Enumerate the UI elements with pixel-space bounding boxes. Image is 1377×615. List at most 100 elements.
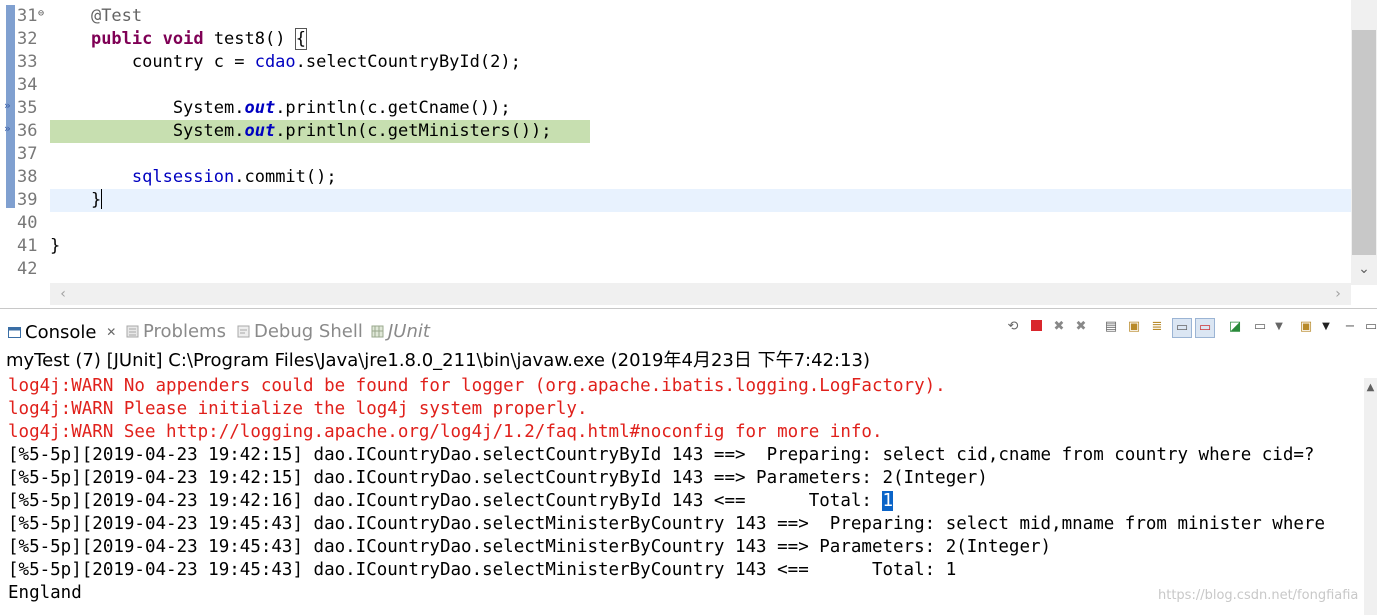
console-line-text: log4j:WARN No appenders could be found f… [8, 376, 946, 396]
code-text: country c = cdao.selectCountryById(2); [50, 51, 521, 74]
console-output[interactable]: log4j:WARN No appenders could be found f… [0, 375, 1364, 615]
code-editor[interactable]: 31 ⊖ @Test 32 public void test8() {33 coun… [0, 0, 1377, 309]
code-token: .commit(); [234, 167, 337, 187]
code-line[interactable]: 31 ⊖ @Test [0, 5, 1352, 28]
code-token: } [50, 236, 61, 256]
tab-console-label: Console [25, 322, 97, 343]
code-line[interactable]: 41} [0, 235, 1352, 258]
scroll-up-icon[interactable]: ▲ [1364, 378, 1377, 398]
tab-problems-label: Problems [143, 321, 226, 342]
code-line[interactable]: 42 [0, 258, 1352, 281]
terminate-icon[interactable] [1027, 318, 1045, 336]
scroll-left-icon[interactable]: ‹ [52, 283, 74, 305]
fold-toggle-icon[interactable]: ⊖ [38, 8, 44, 19]
code-token: .println(c.getMinisters()); [275, 121, 552, 141]
remove-launch-icon[interactable]: ✖ [1050, 318, 1068, 336]
tab-problems[interactable]: Problems [126, 320, 226, 344]
remove-all-icon[interactable]: ✖ [1072, 318, 1090, 336]
pin-console-icon[interactable]: ◪ [1226, 318, 1244, 336]
console-line-text: England [8, 583, 82, 603]
debug-marker-icon: » [4, 99, 11, 112]
maximize-icon[interactable]: ▭ [1362, 318, 1377, 336]
line-number: 38 [17, 167, 38, 187]
display-console-icon[interactable]: ▭ [1251, 318, 1269, 336]
line-number: 40 [17, 213, 38, 233]
code-line[interactable]: 38 sqlsession.commit(); [0, 166, 1352, 189]
word-wrap-icon[interactable]: ≣ [1148, 318, 1166, 336]
show-stderr-icon[interactable]: ▭ [1195, 318, 1215, 338]
open-console-icon[interactable]: ▣ [1297, 318, 1315, 336]
code-token: .selectCountryById(2); [295, 52, 521, 72]
junit-icon [371, 325, 384, 338]
scroll-right-icon[interactable]: › [1327, 283, 1349, 305]
console-line-text: [%5-5p][2019-04-23 19:45:43] dao.ICountr… [8, 514, 1325, 534]
console-output-line: [%5-5p][2019-04-23 19:42:15] dao.ICountr… [8, 467, 988, 490]
scroll-down-icon[interactable]: ⌄ [1351, 258, 1377, 280]
console-error-line: log4j:WARN No appenders could be found f… [8, 375, 946, 398]
console-output-line: [%5-5p][2019-04-23 19:42:15] dao.ICountr… [8, 444, 1314, 467]
text-caret [101, 189, 103, 209]
tab-junit[interactable]: JUnit [371, 320, 430, 344]
console-output-line: [%5-5p][2019-04-23 19:45:43] dao.ICountr… [8, 513, 1325, 536]
code-token: .println(c.getCname()); [275, 98, 511, 118]
clear-console-icon[interactable]: ▤ [1102, 318, 1120, 336]
code-text: @Test [50, 5, 142, 28]
code-token: cdao [254, 52, 296, 72]
editor-scroll-thumb[interactable] [1352, 30, 1376, 255]
code-token: @Test [90, 6, 143, 26]
console-output-line: [%5-5p][2019-04-23 19:42:16] dao.ICountr… [8, 490, 894, 513]
code-line[interactable]: 37 [0, 143, 1352, 166]
console-line-text: [%5-5p][2019-04-23 19:45:43] dao.ICountr… [8, 560, 957, 580]
console-line-text: log4j:WARN Please initialize the log4j s… [8, 399, 588, 419]
open-console-dropdown-icon[interactable]: ▼ [1317, 318, 1335, 336]
line-number: 41 [17, 236, 38, 256]
code-token: public [90, 29, 153, 49]
tab-junit-label: JUnit [388, 321, 430, 342]
code-line[interactable]: 36 » System.out.println(c.getMinisters())… [0, 120, 1352, 143]
code-line[interactable]: 33 country c = cdao.selectCountryById(2)… [0, 51, 1352, 74]
code-token: System. [50, 98, 245, 118]
line-number: 39 [17, 190, 38, 210]
scroll-lock-icon[interactable]: ▣ [1125, 318, 1143, 336]
code-text: } [50, 189, 103, 212]
code-line[interactable]: 34 [0, 74, 1352, 97]
line-number: 42 [17, 259, 38, 279]
console-error-line: log4j:WARN Please initialize the log4j s… [8, 398, 587, 421]
close-icon[interactable]: ✕ [106, 325, 116, 339]
code-token: country c = [50, 52, 255, 72]
code-text: public void test8() { [50, 28, 307, 51]
current-line-highlight [50, 189, 1351, 212]
tab-debug-shell[interactable]: Debug Shell [237, 320, 363, 344]
code-token: void [162, 29, 204, 49]
console-line-text: [%5-5p][2019-04-23 19:42:16] dao.ICountr… [8, 491, 883, 511]
console-output-line: [%5-5p][2019-04-23 19:45:43] dao.ICountr… [8, 536, 1051, 559]
code-line[interactable]: 39 } [0, 189, 1352, 212]
console-vertical-scrollbar[interactable] [1364, 378, 1377, 615]
debug-marker-icon: » [4, 122, 11, 135]
pin-icon[interactable]: ⟲ [1004, 318, 1022, 336]
console-output-line: [%5-5p][2019-04-23 19:45:43] dao.ICountr… [8, 559, 956, 582]
code-line[interactable]: 32 public void test8() { [0, 28, 1352, 51]
console-line-text: [%5-5p][2019-04-23 19:42:15] dao.ICountr… [8, 445, 1315, 465]
editor-horizontal-scrollbar[interactable] [50, 283, 1351, 305]
line-number: 37 [17, 144, 38, 164]
display-console-dropdown-icon[interactable]: ▼ [1270, 318, 1288, 336]
code-line[interactable]: 35 » System.out.println(c.getCname()); [0, 97, 1352, 120]
tab-console[interactable]: Console ✕ [8, 320, 116, 345]
console-view-tabbar: Console ✕ Problems Debug Shell JUnit [0, 316, 1377, 346]
code-text: System.out.println(c.getMinisters()); [50, 120, 552, 143]
code-line[interactable]: 40 [0, 212, 1352, 235]
console-line-text: [%5-5p][2019-04-23 19:45:43] dao.ICountr… [8, 537, 1052, 557]
line-number: 32 [17, 29, 38, 49]
code-text: sqlsession.commit(); [50, 166, 337, 189]
code-token: test8() [203, 29, 296, 49]
code-token: out [244, 121, 276, 141]
console-output-line: England [8, 582, 82, 605]
show-stdout-icon[interactable]: ▭ [1172, 318, 1192, 338]
code-token: out [244, 98, 276, 118]
minimize-icon[interactable]: − [1341, 318, 1359, 336]
console-error-line: log4j:WARN See http://logging.apache.org… [8, 421, 882, 444]
